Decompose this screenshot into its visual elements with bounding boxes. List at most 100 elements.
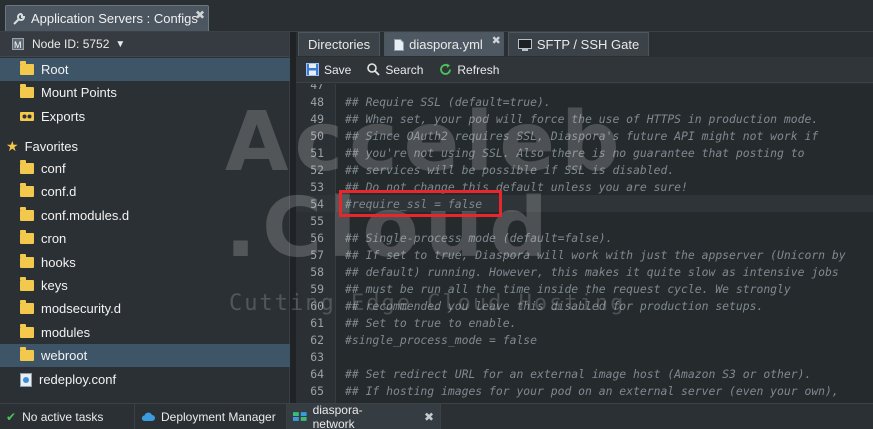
tree-item-exports[interactable]: Exports bbox=[0, 105, 290, 128]
close-icon[interactable]: ✖ bbox=[195, 8, 205, 22]
line-number: 50 bbox=[310, 128, 324, 143]
editor-toolbar: Save Search Refresh bbox=[296, 57, 873, 83]
star-icon: ★ bbox=[6, 138, 19, 154]
line-number: 53 bbox=[310, 179, 324, 194]
code-line[interactable]: 60 ## recommended you leave this disabled… bbox=[296, 297, 873, 314]
exports-icon bbox=[20, 112, 34, 121]
check-icon: ✔ bbox=[6, 409, 17, 424]
save-button[interactable]: Save bbox=[306, 63, 351, 77]
favorites-label: Favorites bbox=[24, 139, 79, 154]
line-number: 57 bbox=[310, 247, 324, 262]
folder-icon bbox=[20, 207, 34, 221]
tree-item-label: conf bbox=[41, 161, 66, 176]
line-number: 64 bbox=[310, 366, 324, 381]
app-window: Application Servers : Configs ✖ M Node I… bbox=[0, 0, 873, 429]
tree-item-label: cron bbox=[41, 231, 67, 246]
code-line[interactable]: 49 ## When set, your pod will force the u… bbox=[296, 110, 873, 127]
refresh-button[interactable]: Refresh bbox=[439, 63, 499, 77]
line-text: ## When set, your pod will force the use… bbox=[345, 111, 819, 126]
deployment-manager-tab[interactable]: Deployment Manager bbox=[135, 403, 287, 429]
node-selector[interactable]: M Node ID: 5752 ▼ bbox=[0, 32, 289, 57]
tree-item-label: hooks bbox=[41, 255, 76, 270]
code-line[interactable]: 64 ## Set redirect URL for an external im… bbox=[296, 365, 873, 382]
line-text: ## Since OAuth2 requires SSL, Diaspora's… bbox=[345, 128, 819, 143]
code-line[interactable]: 47 bbox=[296, 84, 873, 93]
line-number: 65 bbox=[310, 383, 324, 398]
line-text: ## services will be possible if SSL is d… bbox=[345, 162, 675, 177]
tree-item-label: conf.modules.d bbox=[41, 208, 130, 223]
env-tab-diaspora-network[interactable]: diaspora-network ✖ bbox=[287, 403, 441, 429]
line-text: ## default) running. However, this makes… bbox=[345, 264, 839, 279]
line-text: ## you're not using SSL. Also there is n… bbox=[345, 145, 805, 160]
code-line[interactable]: 48 ## Require SSL (default=true). bbox=[296, 93, 873, 110]
folder-icon bbox=[20, 160, 34, 174]
line-number: 61 bbox=[310, 315, 324, 330]
tree-item-conf-modules-d[interactable]: conf.modules.d bbox=[0, 204, 290, 227]
code-line[interactable]: 52 ## services will be possible if SSL is… bbox=[296, 161, 873, 178]
highlight-annotation bbox=[339, 190, 502, 217]
code-line[interactable]: 51 ## you're not using SSL. Also there is… bbox=[296, 144, 873, 161]
line-text: ## Set to true to enable. bbox=[345, 315, 517, 330]
code-line[interactable]: 61 ## Set to true to enable. bbox=[296, 314, 873, 331]
code-editor[interactable]: 47 48 ## Require SSL (default=true). 49 ## W… bbox=[296, 84, 873, 403]
tree-item-root[interactable]: Root bbox=[0, 58, 290, 81]
window-title-tab[interactable]: Application Servers : Configs ✖ bbox=[5, 5, 209, 31]
tree-item-redeploy-conf[interactable]: redeploy.conf bbox=[0, 368, 290, 391]
tree-item-keys[interactable]: keys bbox=[0, 274, 290, 297]
code-line[interactable]: 59 ## must be run all the time inside the… bbox=[296, 280, 873, 297]
favorites-header[interactable]: ★ Favorites bbox=[0, 135, 290, 158]
line-number: 54 bbox=[310, 196, 324, 211]
tasks-status[interactable]: ✔ No active tasks bbox=[0, 403, 135, 429]
code-line[interactable]: 62 #single_process_mode = false bbox=[296, 331, 873, 348]
code-line[interactable]: 56 ## Single-process mode (default=false)… bbox=[296, 229, 873, 246]
line-text: ## If hosting images for your pod on an … bbox=[345, 383, 839, 398]
tree-item-modsecurity-d[interactable]: modsecurity.d bbox=[0, 297, 290, 320]
folder-icon bbox=[20, 183, 34, 197]
tab-diaspora-yml[interactable]: diaspora.yml ✖ bbox=[384, 32, 504, 56]
tab-directories[interactable]: Directories bbox=[298, 32, 381, 56]
wrench-icon bbox=[13, 12, 26, 25]
tab-label: diaspora.yml bbox=[409, 37, 483, 52]
file-icon bbox=[394, 38, 405, 51]
chevron-down-icon[interactable]: ▼ bbox=[115, 39, 125, 50]
line-number: 47 bbox=[310, 84, 324, 92]
folder-icon bbox=[20, 324, 34, 338]
title-bar: Application Servers : Configs ✖ bbox=[0, 0, 873, 32]
tree-item-label: modules bbox=[41, 325, 91, 340]
line-number: 55 bbox=[310, 213, 324, 228]
line-number: 58 bbox=[310, 264, 324, 279]
line-text: ## If set to true, Diaspora will work wi… bbox=[345, 247, 846, 262]
search-button[interactable]: Search bbox=[367, 63, 423, 77]
tree-item-modules[interactable]: modules bbox=[0, 321, 290, 344]
tree-item-mount-points[interactable]: Mount Points bbox=[0, 81, 290, 104]
save-label: Save bbox=[324, 62, 352, 77]
tab-sftp-ssh-gate[interactable]: SFTP / SSH Gate bbox=[507, 32, 650, 56]
line-number: 52 bbox=[310, 162, 324, 177]
code-line[interactable]: 50 ## Since OAuth2 requires SSL, Diaspora… bbox=[296, 127, 873, 144]
line-number: 59 bbox=[310, 281, 324, 296]
tree-item-conf-d[interactable]: conf.d bbox=[0, 180, 290, 203]
editor-tabs: Directories diaspora.yml ✖ SFTP / SSH Ga… bbox=[296, 32, 873, 56]
tree-item-label: redeploy.conf bbox=[39, 372, 117, 387]
node-label: Node ID: 5752 bbox=[32, 37, 110, 51]
tab-label: Directories bbox=[308, 37, 371, 52]
line-number: 51 bbox=[310, 145, 324, 160]
tree-item-hooks[interactable]: hooks bbox=[0, 251, 290, 274]
line-text: ## Set redirect URL for an external imag… bbox=[345, 366, 812, 381]
environment-icon bbox=[293, 412, 307, 421]
code-line[interactable]: 65 ## If hosting images for your pod on a… bbox=[296, 382, 873, 399]
tree-item-webroot[interactable]: webroot bbox=[0, 344, 290, 367]
folder-icon bbox=[20, 254, 34, 268]
line-text: ## Single-process mode (default=false). bbox=[345, 230, 613, 245]
close-icon[interactable]: ✖ bbox=[492, 34, 501, 47]
tree-item-conf[interactable]: conf bbox=[0, 157, 290, 180]
code-line[interactable]: 57 ## If set to true, Diaspora will work … bbox=[296, 246, 873, 263]
tree-item-label: conf.d bbox=[41, 184, 77, 199]
tree-item-cron[interactable]: cron bbox=[0, 227, 290, 250]
code-line[interactable]: 58 ## default) running. However, this mak… bbox=[296, 263, 873, 280]
code-line[interactable]: 63 bbox=[296, 348, 873, 365]
close-icon[interactable]: ✖ bbox=[424, 410, 434, 424]
status-bar: ✔ No active tasks Deployment Manager dia… bbox=[0, 403, 873, 429]
tree-item-label: keys bbox=[41, 278, 68, 293]
tree-item-label: webroot bbox=[41, 348, 88, 363]
